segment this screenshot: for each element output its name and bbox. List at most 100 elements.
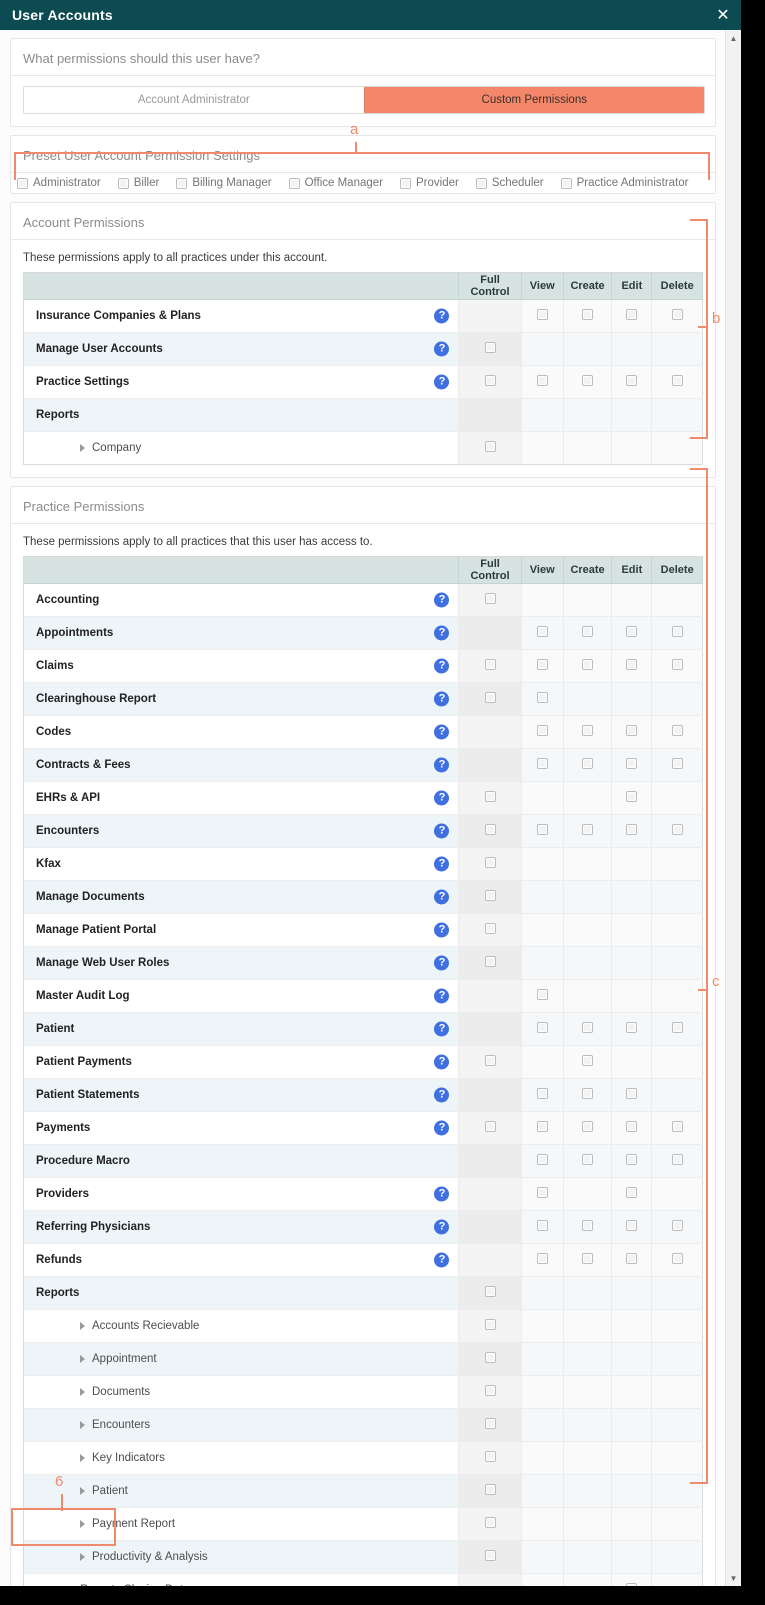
expand-triangle-icon[interactable] [80, 1519, 85, 1528]
preset-checkbox[interactable] [475, 177, 487, 189]
permission-cell[interactable] [611, 1144, 653, 1178]
permission-checkbox[interactable] [484, 593, 496, 604]
preset-checkbox[interactable] [288, 177, 300, 189]
permission-cell[interactable] [563, 299, 613, 333]
permission-checkbox[interactable] [484, 1286, 496, 1297]
expand-triangle-icon[interactable] [80, 1420, 85, 1429]
permission-cell[interactable] [521, 649, 564, 683]
permission-checkbox[interactable] [671, 1220, 683, 1231]
permission-cell[interactable] [563, 1144, 613, 1178]
permission-checkbox[interactable] [626, 1253, 638, 1264]
vertical-scrollbar[interactable]: ▲ ▼ [725, 30, 741, 1586]
permission-cell[interactable] [611, 1210, 653, 1244]
permission-cell[interactable] [611, 715, 653, 749]
permission-cell[interactable] [521, 1210, 564, 1244]
preset-item[interactable]: Office Manager [288, 177, 383, 189]
permission-checkbox[interactable] [484, 1451, 496, 1462]
help-icon[interactable]: ? [434, 1054, 450, 1070]
permission-cell[interactable] [611, 1243, 653, 1277]
permission-cell[interactable] [563, 1210, 613, 1244]
permission-checkbox[interactable] [626, 758, 638, 769]
permission-checkbox[interactable] [671, 375, 683, 386]
permission-cell[interactable] [458, 946, 522, 980]
permission-cell[interactable] [611, 365, 653, 399]
permission-cell[interactable] [458, 1507, 522, 1541]
permission-cell[interactable] [521, 715, 564, 749]
permission-checkbox[interactable] [626, 1022, 638, 1033]
permission-checkbox[interactable] [536, 1121, 548, 1132]
tab-custom-permissions[interactable]: Custom Permissions [363, 87, 704, 113]
permission-checkbox[interactable] [484, 1352, 496, 1363]
permission-cell[interactable] [458, 1375, 522, 1409]
permission-checkbox[interactable] [671, 1154, 683, 1165]
permission-checkbox[interactable] [671, 758, 683, 769]
permission-cell[interactable] [611, 781, 653, 815]
permission-checkbox[interactable] [536, 659, 548, 670]
permission-checkbox[interactable] [536, 758, 548, 769]
permission-checkbox[interactable] [484, 342, 496, 353]
preset-item[interactable]: Scheduler [475, 177, 544, 189]
permission-checkbox[interactable] [484, 1121, 496, 1132]
permission-cell[interactable] [563, 814, 613, 848]
permission-checkbox[interactable] [582, 1088, 594, 1099]
permission-checkbox[interactable] [626, 1088, 638, 1099]
permission-checkbox[interactable] [536, 824, 548, 835]
permission-cell[interactable] [651, 715, 703, 749]
preset-checkbox[interactable] [400, 177, 411, 189]
permission-cell[interactable] [458, 847, 522, 881]
permission-checkbox[interactable] [582, 824, 594, 835]
permission-cell[interactable] [521, 616, 564, 650]
permission-cell[interactable] [521, 299, 564, 333]
permission-checkbox[interactable] [626, 1187, 638, 1198]
permission-checkbox[interactable] [582, 309, 594, 320]
help-icon[interactable]: ? [434, 955, 450, 971]
help-icon[interactable]: ? [434, 988, 450, 1004]
help-icon[interactable]: ? [434, 341, 450, 357]
permission-cell[interactable] [651, 814, 703, 848]
permission-checkbox[interactable] [671, 1253, 683, 1264]
permission-checkbox[interactable] [484, 441, 496, 452]
permission-checkbox[interactable] [582, 1055, 594, 1066]
permission-checkbox[interactable] [536, 692, 548, 703]
permission-cell[interactable] [521, 1012, 564, 1046]
permission-checkbox[interactable] [536, 1022, 548, 1033]
help-icon[interactable]: ? [434, 374, 450, 390]
permission-cell[interactable] [651, 1111, 703, 1145]
help-icon[interactable]: ? [434, 1087, 450, 1103]
help-icon[interactable]: ? [434, 1252, 450, 1268]
permission-checkbox[interactable] [626, 375, 638, 386]
permission-cell[interactable] [458, 332, 522, 366]
permission-cell[interactable] [458, 1408, 522, 1442]
permission-checkbox[interactable] [582, 1253, 594, 1264]
preset-checkbox[interactable] [17, 177, 28, 189]
preset-item[interactable]: Practice Administrator [560, 177, 688, 189]
permission-cell[interactable] [563, 616, 613, 650]
help-icon[interactable]: ? [434, 625, 450, 641]
permission-cell[interactable] [521, 748, 564, 782]
help-icon[interactable]: ? [434, 592, 450, 608]
permission-cell[interactable] [521, 814, 564, 848]
permission-cell[interactable] [563, 1045, 613, 1079]
help-icon[interactable]: ? [434, 658, 450, 674]
expand-triangle-icon[interactable] [80, 443, 85, 452]
permission-cell[interactable] [611, 616, 653, 650]
help-icon[interactable]: ? [434, 856, 450, 872]
help-icon[interactable]: ? [434, 1186, 450, 1202]
permission-checkbox[interactable] [582, 1220, 594, 1231]
permission-checkbox[interactable] [626, 791, 638, 802]
permission-checkbox[interactable] [626, 626, 638, 637]
help-icon[interactable]: ? [434, 724, 450, 740]
permission-checkbox[interactable] [582, 659, 594, 670]
permission-checkbox[interactable] [536, 1187, 548, 1198]
permission-checkbox[interactable] [484, 890, 496, 901]
permission-cell[interactable] [563, 1078, 613, 1112]
permission-cell[interactable] [458, 649, 522, 683]
permission-checkbox[interactable] [626, 725, 638, 736]
expand-triangle-icon[interactable] [80, 1486, 85, 1495]
permission-checkbox[interactable] [626, 1154, 638, 1165]
permission-checkbox[interactable] [484, 1385, 496, 1396]
permission-cell[interactable] [458, 814, 522, 848]
permission-cell[interactable] [458, 682, 522, 716]
permission-cell[interactable] [611, 748, 653, 782]
permission-cell[interactable] [458, 781, 522, 815]
